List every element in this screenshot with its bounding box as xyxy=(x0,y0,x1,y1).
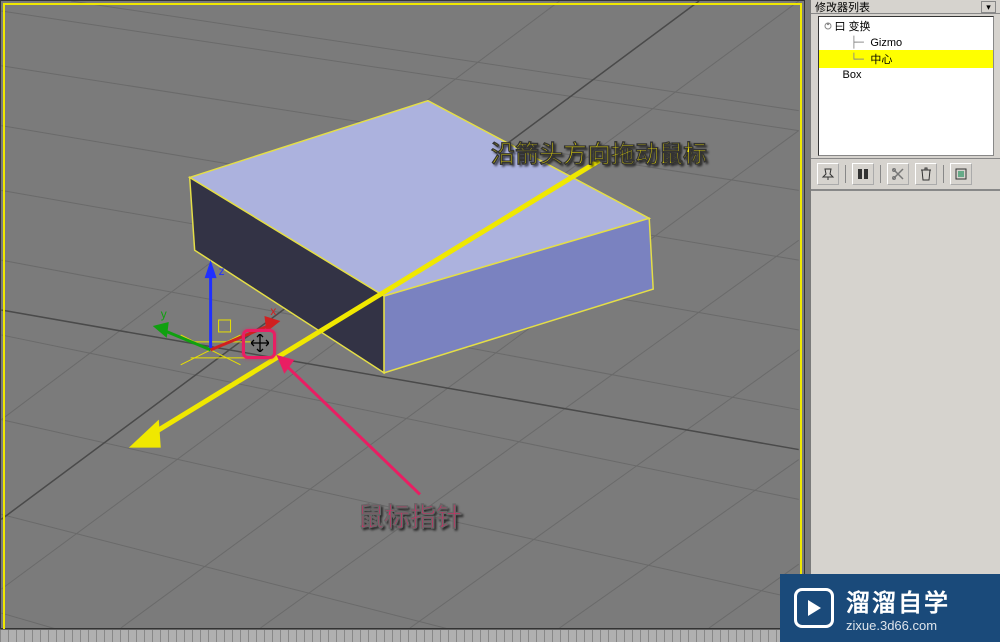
configure-sets-button[interactable] xyxy=(950,163,972,185)
trash-icon xyxy=(920,167,932,181)
watermark: 溜溜自学 zixue.3d66.com xyxy=(780,574,1000,642)
make-unique-button[interactable] xyxy=(887,163,909,185)
timeline-ruler[interactable] xyxy=(0,629,805,642)
modifier-box[interactable]: Box xyxy=(819,68,993,82)
annotation-drag-direction: 沿箭头方向拖动鼠标 xyxy=(491,134,707,169)
pin-icon xyxy=(821,167,835,181)
watermark-url: zixue.3d66.com xyxy=(846,618,950,633)
modifier-list-label: 修改器列表 xyxy=(815,0,870,15)
modifier-toolbar xyxy=(811,159,1000,190)
remove-modifier-button[interactable] xyxy=(915,163,937,185)
move-cursor-icon xyxy=(251,334,269,352)
modifier-stack[interactable]: 曰 变换 ├─ Gizmo └─ 中心 Box xyxy=(818,16,994,156)
svg-text:y: y xyxy=(161,307,167,321)
show-end-result-button[interactable] xyxy=(852,163,874,185)
pin-stack-button[interactable] xyxy=(817,163,839,185)
modifier-params-area xyxy=(811,191,1000,621)
modifier-center[interactable]: └─ 中心 xyxy=(819,50,993,68)
play-icon xyxy=(794,588,834,628)
viewport[interactable]: z y x 沿箭头方向拖动鼠标 鼠标指针 xyxy=(0,0,805,629)
svg-text:z: z xyxy=(219,264,225,278)
config-icon xyxy=(954,167,968,181)
modifier-gizmo[interactable]: ├─ Gizmo xyxy=(819,35,993,50)
modify-panel: 修改器列表 ▾ 曰 变换 ├─ Gizmo └─ 中心 Box xyxy=(811,0,1000,642)
scissors-icon xyxy=(891,167,905,181)
modifier-transform[interactable]: 曰 变换 xyxy=(819,17,993,35)
genie-icon xyxy=(823,21,833,31)
dropdown-arrow-icon[interactable]: ▾ xyxy=(981,1,996,13)
layers-icon xyxy=(856,167,870,181)
modifier-list-header[interactable]: 修改器列表 ▾ xyxy=(811,0,1000,14)
annotation-mouse-pointer: 鼠标指针 xyxy=(358,497,462,534)
svg-text:x: x xyxy=(270,304,276,318)
watermark-brand: 溜溜自学 xyxy=(846,583,950,618)
